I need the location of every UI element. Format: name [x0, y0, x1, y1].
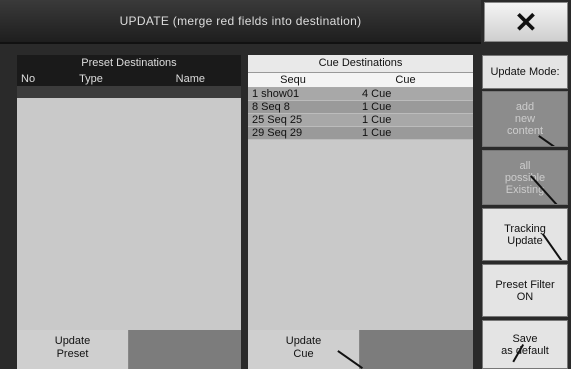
preset-row-type	[53, 86, 129, 98]
tracking-update-button[interactable]: Tracking Update	[482, 208, 568, 261]
table-row[interactable]: 8 Seq 8 1 Cue	[248, 101, 473, 114]
column-sequ: Sequ	[280, 74, 306, 86]
cue-destinations-title: Cue Destinations	[248, 55, 473, 73]
update-preset-label-line1: Update	[54, 335, 91, 347]
all-possible-existing-line1: all	[519, 159, 531, 172]
cue-row-sequ: 29 Seq 29	[252, 127, 303, 139]
column-no: No	[21, 73, 36, 85]
cue-row-sequ: 8 Seq 8	[252, 101, 290, 113]
preset-row-name	[129, 86, 241, 98]
column-name: Name	[175, 73, 205, 85]
cue-row-cue: 1 Cue	[362, 101, 392, 113]
cue-row-sequ: 25 Seq 25	[252, 114, 303, 126]
add-new-content-line2: new	[514, 113, 536, 125]
all-possible-existing-line3: Existing	[505, 183, 545, 196]
empty-button[interactable]	[129, 330, 241, 369]
close-button[interactable]: ✕	[484, 2, 568, 42]
update-preset-button[interactable]: Update Preset	[17, 330, 129, 369]
column-cue: Cue	[395, 74, 416, 86]
add-new-content-button[interactable]: add new content	[482, 91, 568, 147]
tracking-update-line2: Update	[507, 234, 543, 247]
preset-filter-on-button[interactable]: Preset Filter ON	[482, 264, 568, 317]
update-cue-button[interactable]: Update Cue	[248, 330, 360, 369]
update-preset-label-line2: Preset	[56, 348, 89, 360]
preset-row-no	[17, 86, 53, 98]
cue-row-sequ: 1 show01	[252, 88, 300, 100]
table-row[interactable]: 25 Seq 25 1 Cue	[248, 114, 473, 127]
tracking-update-line1: Tracking	[504, 222, 546, 235]
close-icon: ✕	[514, 6, 538, 38]
dialog-title: UPDATE (merge red fields into destinatio…	[0, 0, 481, 44]
save-as-default-button[interactable]: Save as default	[482, 320, 568, 369]
cue-columns-header: Sequ Cue	[248, 73, 473, 88]
empty-button[interactable]	[360, 330, 473, 369]
update-mode-label: Update Mode:	[482, 55, 568, 89]
preset-filter-line2: ON	[516, 290, 534, 303]
table-row[interactable]: 1 show01 4 Cue	[248, 88, 473, 101]
preset-destinations-panel: Preset Destinations No Type Name	[17, 55, 241, 369]
cue-rows: 1 show01 4 Cue 8 Seq 8 1 Cue 25 Seq 25 1…	[248, 88, 473, 140]
cue-row-cue: 1 Cue	[362, 127, 392, 139]
save-as-default-line2: as default	[501, 344, 549, 357]
save-as-default-line1: Save	[512, 332, 538, 345]
update-cue-label-line1: Update	[285, 335, 322, 347]
all-possible-existing-line2: possible	[504, 171, 546, 184]
update-mode-text: Update Mode:	[490, 66, 560, 78]
table-row[interactable]: 29 Seq 29 1 Cue	[248, 127, 473, 140]
all-possible-existing-button[interactable]: all possible Existing	[482, 150, 568, 205]
cue-row-cue: 4 Cue	[362, 88, 392, 100]
add-new-content-line1: add	[515, 101, 535, 113]
column-type: Type	[79, 73, 103, 85]
table-row[interactable]	[17, 86, 241, 98]
add-new-content-line3: content	[506, 125, 544, 137]
preset-columns-header: No Type Name	[17, 72, 241, 86]
cue-row-cue: 1 Cue	[362, 114, 392, 126]
cue-destinations-panel: Cue Destinations Sequ Cue 1 show01 4 Cue…	[248, 55, 473, 369]
preset-filter-line1: Preset Filter	[495, 278, 555, 291]
preset-destinations-title: Preset Destinations	[17, 55, 241, 72]
